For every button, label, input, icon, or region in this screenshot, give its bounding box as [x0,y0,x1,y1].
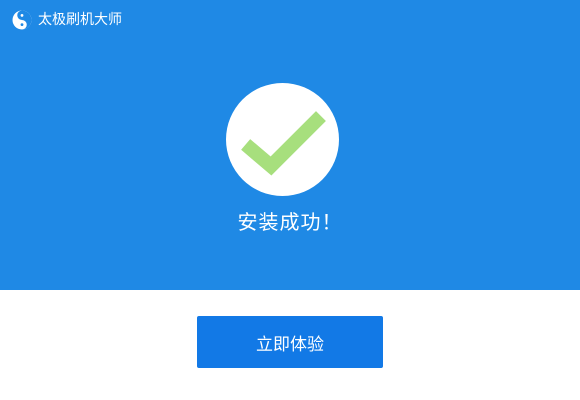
app-title: 太极刷机大师 [38,12,122,28]
checkmark-icon [241,111,326,176]
title-bar: 太极刷机大师 [12,10,122,30]
success-panel: 太极刷机大师 安装成功！ [0,0,580,290]
taiji-logo-icon [12,10,32,30]
installer-window: 太极刷机大师 安装成功！ 立即体验 [0,0,580,400]
success-status-circle [226,83,339,196]
try-now-button[interactable]: 立即体验 [197,316,383,368]
install-success-message: 安装成功！ [237,210,343,234]
